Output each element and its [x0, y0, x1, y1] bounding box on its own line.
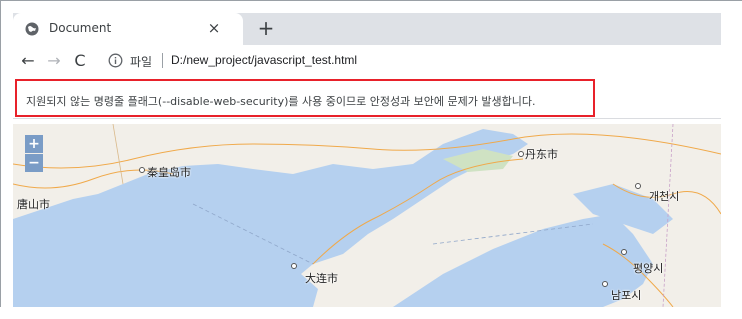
- new-tab-button[interactable]: +: [254, 16, 278, 40]
- reload-button[interactable]: C: [69, 50, 91, 72]
- globe-icon: [25, 22, 39, 36]
- close-tab-icon[interactable]: ×: [205, 19, 223, 37]
- window-right-edge: [721, 13, 742, 319]
- map-view[interactable]: + − 秦皇岛市 唐山市 丹东市 개천시 大连市 평양시 남포시: [13, 124, 721, 307]
- warning-infobar: 지원되지 않는 명령줄 플래그(--disable-web-security)를…: [13, 77, 721, 119]
- toolbar: ← → C 파일 D:/new_project/javascript_test.…: [13, 45, 721, 77]
- warning-highlight-box: 지원되지 않는 명령줄 플래그(--disable-web-security)를…: [15, 79, 595, 117]
- info-icon[interactable]: [108, 53, 123, 68]
- tab-document[interactable]: Document ×: [13, 13, 243, 45]
- tab-title: Document: [49, 21, 112, 35]
- map-canvas: [13, 124, 721, 307]
- city-label-tangshan: 唐山市: [17, 198, 50, 211]
- back-button[interactable]: ←: [17, 50, 39, 72]
- forward-button[interactable]: →: [43, 50, 65, 72]
- address-separator: [162, 53, 163, 68]
- city-label-dandong: 丹东市: [525, 148, 558, 161]
- warning-message: 지원되지 않는 명령줄 플래그(--disable-web-security)를…: [26, 95, 536, 108]
- window-bottom-edge: [0, 307, 742, 319]
- site-label: 파일: [130, 55, 153, 69]
- tab-strip: Document × +: [13, 13, 721, 45]
- city-label-kaecheon: 개천시: [649, 190, 680, 203]
- city-label-nampo: 남포시: [611, 289, 642, 302]
- zoom-out-button[interactable]: −: [25, 154, 43, 172]
- zoom-in-button[interactable]: +: [25, 135, 43, 153]
- city-label-qinhuangdao: 秦皇岛市: [147, 166, 191, 179]
- address-bar[interactable]: D:/new_project/javascript_test.html: [171, 53, 357, 67]
- city-label-dalian: 大连市: [305, 272, 338, 285]
- city-label-pyongyang: 평양시: [633, 262, 664, 275]
